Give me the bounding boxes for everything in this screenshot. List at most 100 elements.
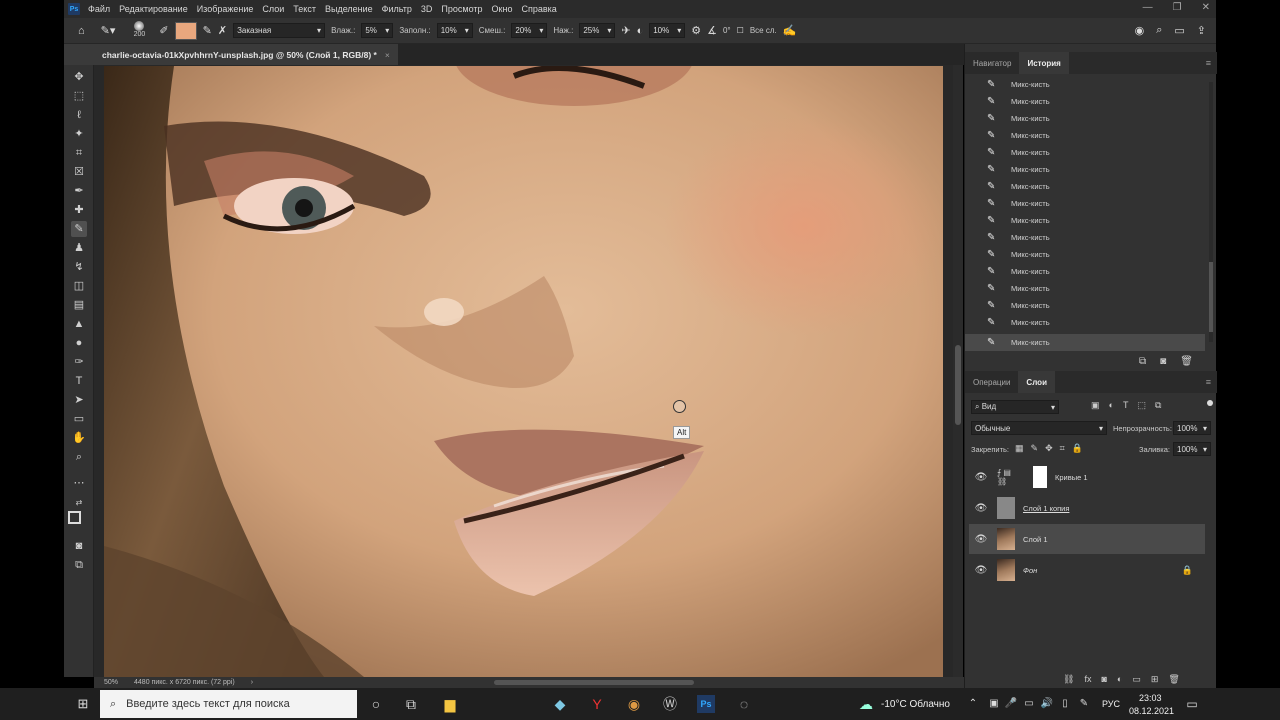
eye-icon[interactable]: 👁 (973, 534, 989, 545)
menu-edit[interactable]: Редактирование (119, 4, 188, 14)
history-brush-tool-icon[interactable]: ↯ (71, 259, 87, 275)
menu-window[interactable]: Окно (492, 4, 513, 14)
frame-tool-icon[interactable]: ☒ (71, 164, 87, 180)
healing-tool-icon[interactable]: ✚ (71, 202, 87, 218)
history-item[interactable]: ✎ Микс-кисть (965, 314, 1205, 331)
flow-field[interactable]: 25% ▾ (579, 23, 616, 38)
group-icon[interactable]: ▭ (1132, 674, 1141, 685)
trash-icon[interactable]: 🗑 (1180, 356, 1193, 367)
tab-actions[interactable]: Операции (965, 371, 1018, 393)
history-item[interactable]: ✎ Микс-кисть (965, 93, 1205, 110)
wet-field[interactable]: 5% ▾ (361, 23, 394, 38)
tab-close-icon[interactable]: × (385, 50, 390, 60)
history-item[interactable]: ✎ Микс-кисть (965, 263, 1205, 280)
app-circle-icon[interactable]: ◌ (735, 695, 753, 713)
weather-cloud-icon[interactable]: ☁ (857, 695, 875, 713)
tray-pen-icon[interactable]: ✎ (1075, 695, 1093, 713)
move-tool-icon[interactable]: ✥ (71, 69, 87, 85)
layer-1-selected[interactable]: 👁 Слой 1 (969, 524, 1205, 554)
network-icon[interactable]: ▭ (1020, 695, 1038, 713)
tab-navigator[interactable]: Навигатор (965, 52, 1019, 74)
gradient-tool-icon[interactable]: ▤ (71, 297, 87, 313)
eye-icon[interactable]: 👁 (973, 503, 989, 514)
layers-menu-icon[interactable]: ≡ (1206, 377, 1211, 387)
marquee-tool-icon[interactable]: ⬚ (71, 88, 87, 104)
eye-icon[interactable]: 👁 (973, 472, 989, 483)
history-item[interactable]: ✎ Микс-кисть (965, 212, 1205, 229)
eye-icon[interactable]: 👁 (973, 565, 989, 576)
share-icon[interactable]: ⇪ (1197, 24, 1206, 37)
mix-field[interactable]: 20% ▾ (511, 23, 548, 38)
language-indicator[interactable]: РУС (1102, 699, 1120, 709)
lock-artboard-icon[interactable]: ⌗ (1060, 443, 1065, 454)
app-icon[interactable]: ◆ (551, 695, 569, 713)
layer-filter-select[interactable]: ⌕ Вид ▾ (971, 400, 1059, 414)
lock-position-icon[interactable]: ✥ (1045, 443, 1053, 454)
zoom-tool-icon[interactable]: ⌕ (71, 449, 87, 465)
layer-copy[interactable]: 👁 Слой 1 копия (969, 493, 1205, 523)
menu-text[interactable]: Текст (293, 4, 316, 14)
home-icon[interactable]: ⌂ (78, 25, 85, 37)
menu-3d[interactable]: 3D (421, 4, 433, 14)
new-document-from-state-icon[interactable]: ⧉ (1139, 356, 1146, 367)
notifications-icon[interactable]: ▭ (1183, 695, 1201, 713)
trash-icon[interactable]: 🗑 (1168, 674, 1179, 685)
history-item-selected[interactable]: ✎ Микс-кисть (965, 334, 1205, 351)
blur-tool-icon[interactable]: ▲ (71, 316, 87, 332)
menu-view[interactable]: Просмотр (441, 4, 482, 14)
pen-tool-icon[interactable]: ✑ (71, 354, 87, 370)
gear-icon[interactable]: ⚙ (691, 24, 701, 37)
airbrush-icon[interactable]: ✈ (621, 24, 630, 37)
battery-icon[interactable]: ▯ (1056, 695, 1074, 713)
dodge-tool-icon[interactable]: ● (71, 335, 87, 351)
shape-filter-icon[interactable]: ⬚ (1137, 400, 1146, 411)
eyedropper-tool-icon[interactable]: ✒ (71, 183, 87, 199)
menu-image[interactable]: Изображение (197, 4, 254, 14)
file-explorer-icon[interactable]: ▆ (441, 695, 459, 713)
history-item[interactable]: ✎ Микс-кисть (965, 144, 1205, 161)
smoothing-field[interactable]: 10% ▾ (649, 23, 686, 38)
history-item[interactable]: ✎ Микс-кисть (965, 76, 1205, 93)
mixer-brush-tool-icon[interactable]: ✎▾ (101, 24, 116, 37)
history-scrollbar[interactable] (1209, 82, 1213, 342)
lasso-tool-icon[interactable]: ℓ (71, 107, 87, 123)
brush-tool-icon[interactable]: ✎ (71, 221, 87, 237)
history-item[interactable]: ✎ Микс-кисть (965, 161, 1205, 178)
app-eye-icon[interactable]: ◉ (625, 695, 643, 713)
history-item[interactable]: ✎ Микс-кисть (965, 110, 1205, 127)
adjustment-layer-icon[interactable]: ◐ (1117, 674, 1122, 685)
fill-field[interactable]: 100% ▾ (1173, 442, 1211, 456)
workspace-icon[interactable]: ▭ (1174, 24, 1184, 37)
clock-time[interactable]: 23:03 (1139, 693, 1162, 703)
tab-layers[interactable]: Слои (1018, 371, 1055, 393)
menu-file[interactable]: Файл (88, 4, 110, 14)
layer-background[interactable]: 👁 Фон 🔒 (969, 555, 1205, 585)
history-item[interactable]: ✎ Микс-кисть (965, 246, 1205, 263)
more-tools-icon[interactable]: ⋯ (71, 475, 87, 491)
menu-select[interactable]: Выделение (325, 4, 373, 14)
close-icon[interactable]: ✕ (1202, 2, 1210, 13)
scrollbar-thumb[interactable] (955, 345, 961, 425)
history-item[interactable]: ✎ Микс-кисть (965, 127, 1205, 144)
smart-object-filter-icon[interactable]: ⧉ (1155, 400, 1161, 411)
panel-menu-icon[interactable]: ≡ (1206, 58, 1211, 68)
type-filter-icon[interactable]: T (1123, 400, 1129, 411)
cortana-icon[interactable]: ○ (367, 695, 385, 713)
weather-text[interactable]: -10°C Облачно (881, 699, 950, 710)
quick-mask-icon[interactable]: ◙ (71, 538, 87, 554)
rectangle-tool-icon[interactable]: ▭ (71, 411, 87, 427)
load-field[interactable]: 10% ▾ (436, 23, 473, 38)
angle-value[interactable]: 0° (723, 26, 731, 35)
current-color-swatch[interactable] (174, 21, 197, 40)
lock-all-icon[interactable]: 🔒 (1072, 443, 1083, 454)
history-item[interactable]: ✎ Микс-кисть (965, 280, 1205, 297)
load-brush-icon[interactable]: ✎ (203, 24, 212, 37)
tray-app-icon[interactable]: ▣ (985, 695, 1003, 713)
volume-icon[interactable]: 🔊 (1038, 695, 1056, 713)
photoshop-taskbar-icon[interactable]: Ps (697, 695, 715, 713)
history-item[interactable]: ✎ Микс-кисть (965, 178, 1205, 195)
history-item[interactable]: ✎ Микс-кисть (965, 229, 1205, 246)
brush-preset-picker[interactable]: 200 (129, 20, 149, 41)
blend-mode-select[interactable]: Обычные ▾ (971, 421, 1107, 435)
yandex-browser-icon[interactable]: Y (588, 695, 606, 713)
